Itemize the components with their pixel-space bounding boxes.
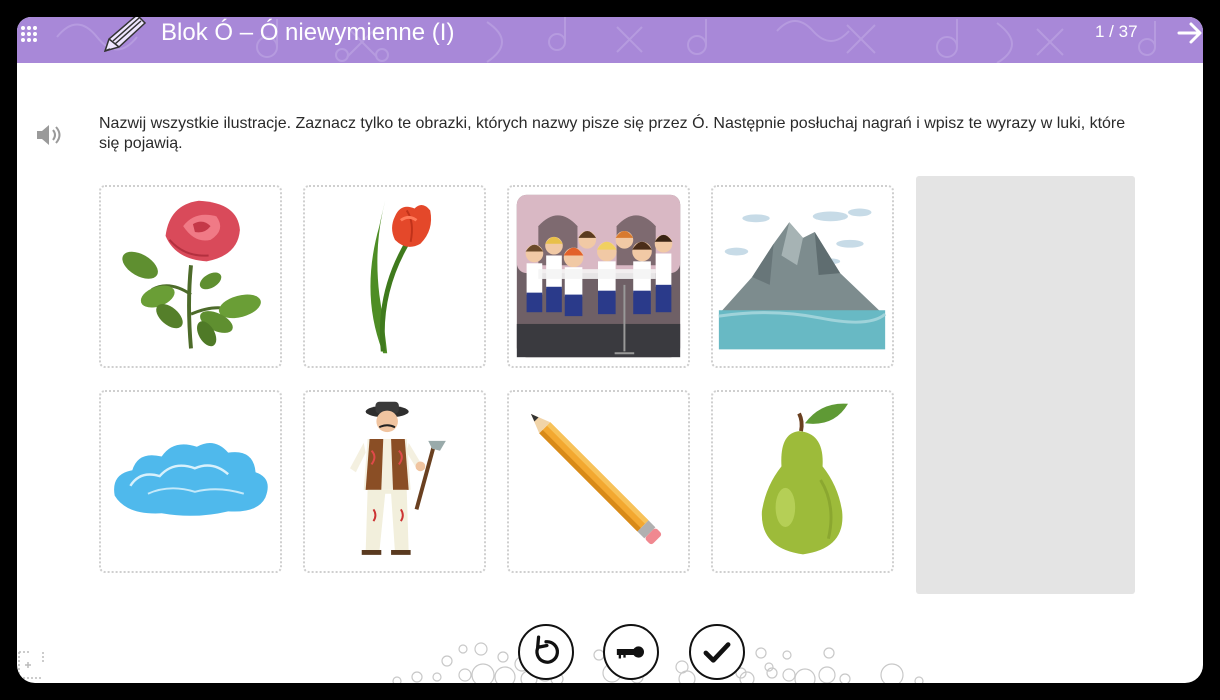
key-icon — [616, 646, 644, 659]
mountain-picture — [718, 208, 887, 350]
speaker-icon[interactable] — [35, 123, 63, 147]
tulip-picture — [370, 200, 432, 354]
app-screen: Blok Ó – Ó niewymienne (I) 1 / 37 Nazwij… — [17, 17, 1203, 683]
tile-rose[interactable] — [99, 185, 282, 368]
check-icon — [703, 642, 731, 663]
answer-key-button[interactable] — [603, 624, 659, 680]
tile-pencil[interactable] — [507, 390, 690, 573]
tile-highlander[interactable] — [303, 390, 486, 573]
cloud-picture — [114, 443, 268, 516]
header-bar: Blok Ó – Ó niewymienne (I) 1 / 37 — [17, 17, 1203, 63]
page-title: Blok Ó – Ó niewymienne (I) — [161, 19, 455, 46]
tile-pear[interactable] — [711, 390, 894, 573]
highlander-picture — [349, 401, 446, 555]
reset-icon — [535, 635, 559, 664]
check-button[interactable] — [689, 624, 745, 680]
pear-picture — [761, 403, 848, 555]
page-counter: 1 / 37 — [1095, 22, 1138, 41]
pen-logo-icon — [103, 17, 147, 53]
tile-mountain[interactable] — [711, 185, 894, 368]
reset-button[interactable] — [518, 624, 574, 680]
tile-cloud[interactable] — [99, 390, 282, 573]
fullscreen-icon[interactable] — [17, 649, 45, 681]
tile-choir[interactable] — [507, 185, 690, 368]
rose-picture — [122, 200, 261, 349]
choir-picture — [516, 194, 681, 358]
tile-tulip[interactable] — [303, 185, 486, 368]
pencil-picture — [530, 413, 662, 545]
grid-menu-icon[interactable] — [19, 24, 41, 46]
device-frame: Blok Ó – Ó niewymienne (I) 1 / 37 Nazwij… — [0, 0, 1220, 700]
answer-panel — [916, 176, 1135, 594]
arrow-right-icon[interactable] — [1177, 20, 1203, 46]
instruction-text: Nazwij wszystkie ilustracje. Zaznacz tyl… — [99, 115, 1126, 152]
